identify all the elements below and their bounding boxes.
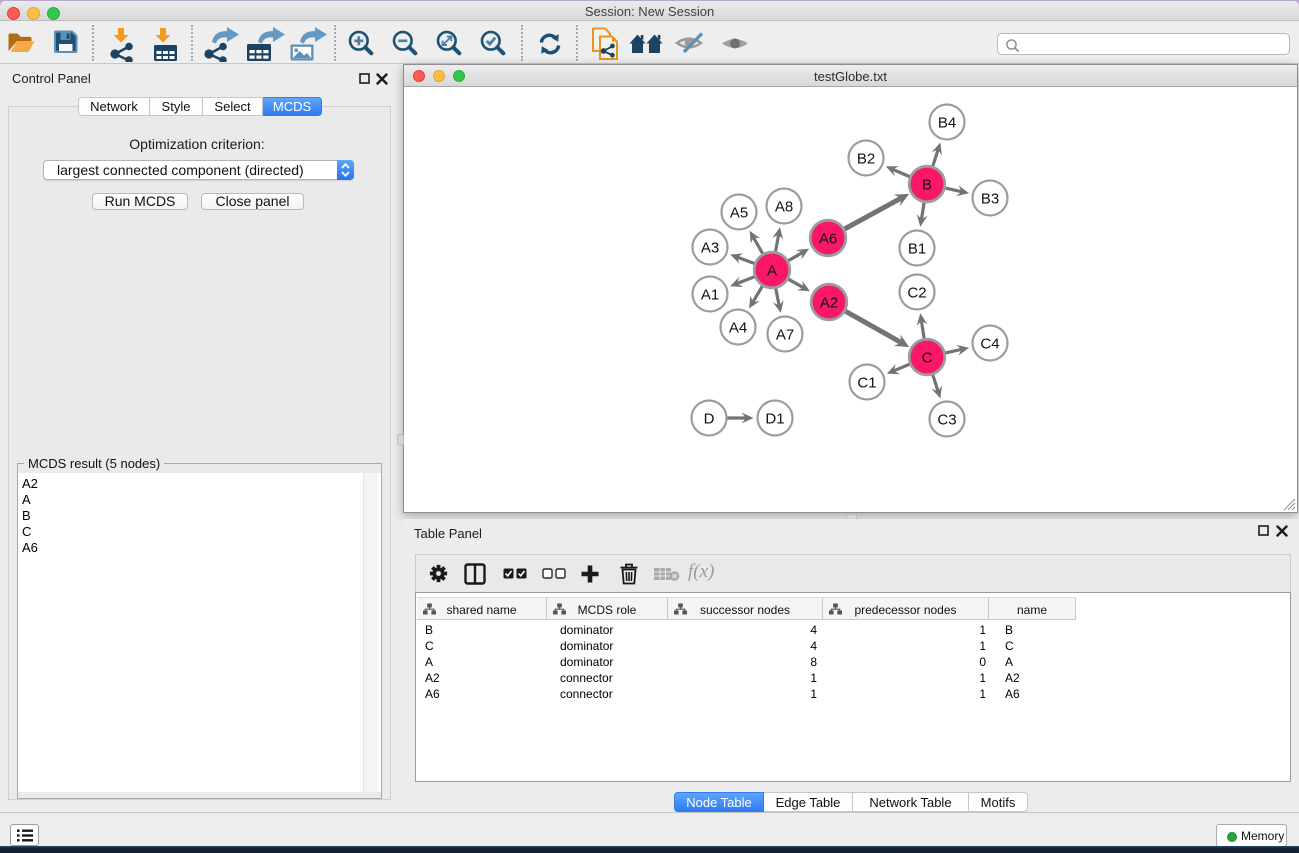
svg-text:A2: A2 (820, 295, 838, 312)
svg-text:C4: C4 (980, 336, 999, 353)
svg-text:B4: B4 (938, 115, 956, 132)
svg-text:A7: A7 (776, 327, 794, 344)
svg-text:B1: B1 (908, 241, 926, 258)
svg-text:D1: D1 (765, 411, 784, 428)
svg-text:C3: C3 (937, 412, 956, 429)
svg-text:D: D (704, 411, 715, 428)
svg-text:C1: C1 (857, 375, 876, 392)
svg-text:A5: A5 (730, 205, 748, 222)
svg-text:C: C (922, 350, 933, 367)
svg-text:A: A (767, 263, 777, 280)
svg-text:C2: C2 (907, 285, 926, 302)
svg-text:B: B (922, 177, 932, 194)
svg-text:A4: A4 (729, 320, 747, 337)
svg-text:A3: A3 (701, 240, 719, 257)
svg-text:A6: A6 (819, 231, 837, 248)
svg-text:B2: B2 (857, 151, 875, 168)
svg-text:A8: A8 (775, 199, 793, 216)
svg-text:A1: A1 (701, 287, 719, 304)
svg-text:B3: B3 (981, 191, 999, 208)
